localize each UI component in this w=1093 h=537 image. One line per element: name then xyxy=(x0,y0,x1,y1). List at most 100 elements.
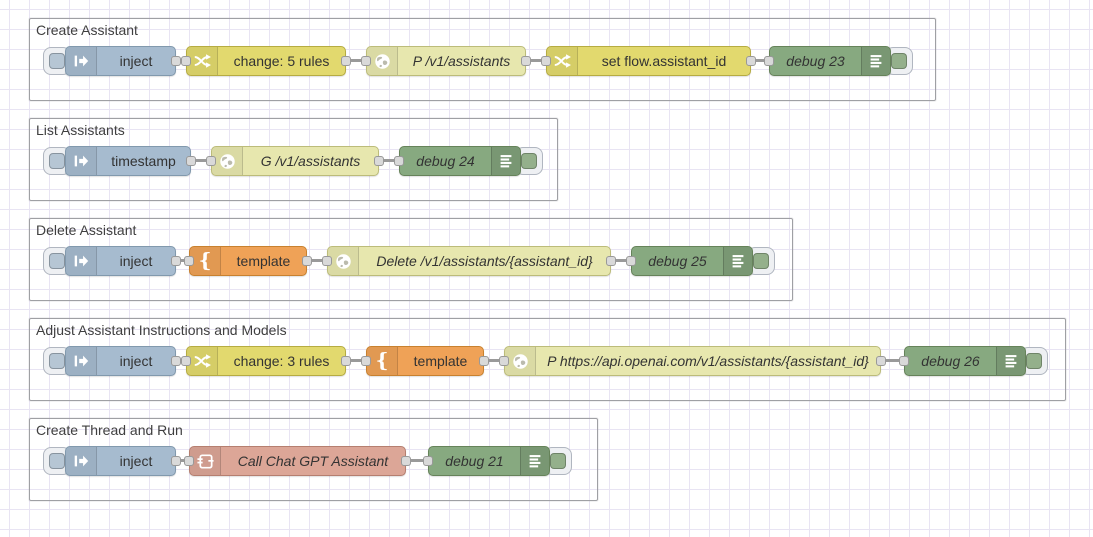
output-port[interactable] xyxy=(479,356,489,366)
template-node[interactable]: { template xyxy=(366,346,484,376)
http-request-node[interactable]: P /v1/assistants xyxy=(366,46,526,76)
globe-icon xyxy=(505,347,536,375)
node-label: P https://api.openai.com/v1/assistants/{… xyxy=(547,353,869,369)
input-port[interactable] xyxy=(899,356,909,366)
inject-button-face xyxy=(49,153,65,169)
subflow-icon xyxy=(190,447,221,475)
inject-arrow-icon xyxy=(66,147,97,175)
inject-arrow-icon xyxy=(66,47,97,75)
group-title: Create Assistant xyxy=(36,22,138,38)
node-label: inject xyxy=(119,453,153,469)
output-port[interactable] xyxy=(302,256,312,266)
node-label: change: 3 rules xyxy=(233,353,330,369)
input-port[interactable] xyxy=(626,256,636,266)
output-port[interactable] xyxy=(876,356,886,366)
input-port[interactable] xyxy=(181,56,191,66)
inject-node[interactable]: inject xyxy=(65,346,176,376)
node-label: template xyxy=(413,353,468,369)
debug-node[interactable]: debug 25 xyxy=(631,246,753,276)
node-label: debug 25 xyxy=(648,253,707,269)
output-port[interactable] xyxy=(171,256,181,266)
inject-node[interactable]: inject xyxy=(65,446,176,476)
group-title: Create Thread and Run xyxy=(36,422,183,438)
input-port[interactable] xyxy=(184,256,194,266)
output-port[interactable] xyxy=(171,56,181,66)
node-label: inject xyxy=(119,53,153,69)
input-port[interactable] xyxy=(423,456,433,466)
debug-button-face xyxy=(1026,353,1042,369)
debug-node[interactable]: debug 21 xyxy=(428,446,550,476)
curly-brace-icon: { xyxy=(190,247,221,275)
node-label: inject xyxy=(119,253,153,269)
group-delete-assistant[interactable]: Delete Assistant inject { template Delet… xyxy=(29,218,793,301)
node-label: template xyxy=(236,253,291,269)
input-port[interactable] xyxy=(206,156,216,166)
output-port[interactable] xyxy=(606,256,616,266)
node-label: G /v1/assistants xyxy=(260,153,361,169)
output-port[interactable] xyxy=(171,356,181,366)
list-icon xyxy=(520,447,549,475)
output-port[interactable] xyxy=(521,56,531,66)
debug-node[interactable]: debug 24 xyxy=(399,146,521,176)
output-port[interactable] xyxy=(186,156,196,166)
input-port[interactable] xyxy=(499,356,509,366)
group-title: List Assistants xyxy=(36,122,125,138)
brace-glyph: { xyxy=(198,248,212,272)
output-port[interactable] xyxy=(341,56,351,66)
template-node[interactable]: { template xyxy=(189,246,307,276)
input-port[interactable] xyxy=(541,56,551,66)
input-port[interactable] xyxy=(181,356,191,366)
debug-button-face xyxy=(891,53,907,69)
input-port[interactable] xyxy=(361,356,371,366)
shuffle-icon xyxy=(187,347,218,375)
change-node[interactable]: set flow.assistant_id xyxy=(546,46,751,76)
list-icon xyxy=(491,147,520,175)
node-label: change: 5 rules xyxy=(233,53,330,69)
inject-button-face xyxy=(49,453,65,469)
inject-button-face xyxy=(49,253,65,269)
node-label: debug 21 xyxy=(445,453,504,469)
group-create-assistant[interactable]: Create Assistant inject change: 5 rules … xyxy=(29,18,936,101)
debug-node[interactable]: debug 23 xyxy=(769,46,891,76)
inject-node[interactable]: timestamp xyxy=(65,146,191,176)
list-icon xyxy=(996,347,1025,375)
http-request-node[interactable]: Delete /v1/assistants/{assistant_id} xyxy=(327,246,611,276)
node-label: debug 24 xyxy=(416,153,475,169)
shuffle-icon xyxy=(187,47,218,75)
output-port[interactable] xyxy=(746,56,756,66)
group-title: Delete Assistant xyxy=(36,222,137,238)
group-create-thread-and-run[interactable]: Create Thread and Run inject Call Chat G… xyxy=(29,418,598,501)
list-icon xyxy=(861,47,890,75)
node-label: P /v1/assistants xyxy=(412,53,511,69)
debug-node[interactable]: debug 26 xyxy=(904,346,1026,376)
inject-button-face xyxy=(49,53,65,69)
debug-button-face xyxy=(753,253,769,269)
change-node[interactable]: change: 3 rules xyxy=(186,346,346,376)
input-port[interactable] xyxy=(394,156,404,166)
input-port[interactable] xyxy=(184,456,194,466)
inject-node[interactable]: inject xyxy=(65,46,176,76)
output-port[interactable] xyxy=(374,156,384,166)
output-port[interactable] xyxy=(341,356,351,366)
group-list-assistants[interactable]: List Assistants timestamp G /v1/assistan… xyxy=(29,118,558,201)
flow-canvas[interactable]: Create Assistant inject change: 5 rules … xyxy=(0,0,1093,537)
node-label: debug 23 xyxy=(786,53,845,69)
input-port[interactable] xyxy=(764,56,774,66)
http-request-node[interactable]: P https://api.openai.com/v1/assistants/{… xyxy=(504,346,881,376)
output-port[interactable] xyxy=(171,456,181,466)
debug-button-face xyxy=(521,153,537,169)
debug-button-face xyxy=(550,453,566,469)
globe-icon xyxy=(212,147,243,175)
node-label: inject xyxy=(119,353,153,369)
subflow-node[interactable]: Call Chat GPT Assistant xyxy=(189,446,406,476)
http-request-node[interactable]: G /v1/assistants xyxy=(211,146,379,176)
output-port[interactable] xyxy=(401,456,411,466)
input-port[interactable] xyxy=(361,56,371,66)
group-adjust-assistant[interactable]: Adjust Assistant Instructions and Models… xyxy=(29,318,1066,401)
input-port[interactable] xyxy=(322,256,332,266)
node-label: Call Chat GPT Assistant xyxy=(237,453,389,469)
inject-node[interactable]: inject xyxy=(65,246,176,276)
group-title: Adjust Assistant Instructions and Models xyxy=(36,322,287,338)
list-icon xyxy=(723,247,752,275)
change-node[interactable]: change: 5 rules xyxy=(186,46,346,76)
